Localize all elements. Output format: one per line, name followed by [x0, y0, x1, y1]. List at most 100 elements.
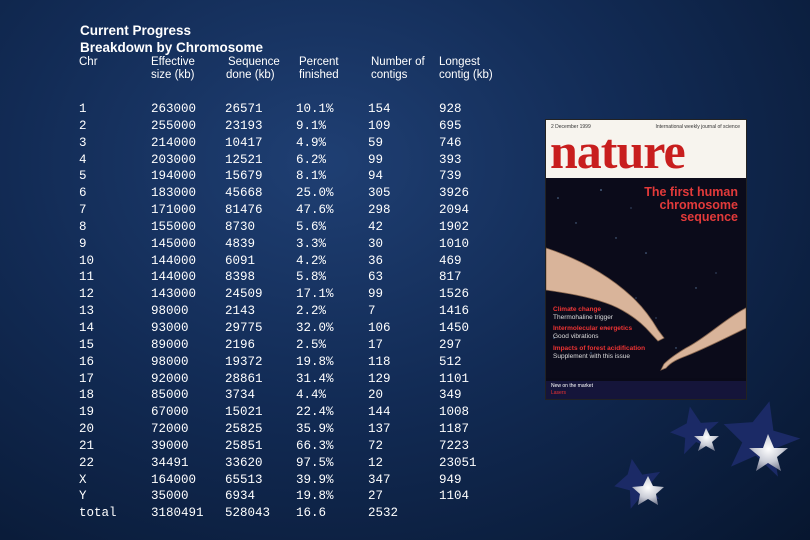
cover-headline-line3: sequence	[680, 210, 738, 224]
cell-sequence-done: 81476	[225, 203, 263, 218]
header-chr-label: Chr	[79, 56, 98, 68]
cell-chr: 8	[79, 219, 87, 234]
header-percent-finished: Percent finished	[299, 56, 339, 82]
cell-sequence-done: 23193	[225, 118, 263, 133]
cell-longest-contig: 1450	[439, 320, 470, 335]
cell-effective-size: 3180491	[151, 506, 204, 521]
cell-chr: 12	[79, 287, 95, 302]
title-line-1: Current Progress	[80, 23, 192, 38]
cell-chr: 9	[79, 236, 87, 251]
cell-effective-size: 144000	[151, 270, 197, 285]
header-sequence-line2: done (kb)	[226, 69, 275, 81]
cell-number-of-contigs: 63	[368, 270, 384, 285]
cell-percent-finished: 6.2%	[296, 152, 327, 167]
header-number-of-contigs: Number of contigs	[371, 56, 425, 82]
cell-longest-contig: 2094	[439, 203, 470, 218]
cell-chr: 1	[79, 102, 87, 116]
header-longest-line1: Longest	[439, 56, 480, 68]
cell-percent-finished: 4.4%	[296, 388, 327, 403]
cell-number-of-contigs: 94	[368, 169, 384, 184]
cell-longest-contig: 1104	[439, 489, 470, 504]
cell-percent-finished: 10.1%	[296, 102, 334, 116]
cell-sequence-done: 25825	[225, 422, 263, 437]
cell-chr: 10	[79, 253, 95, 268]
cell-sequence-done: 65513	[225, 472, 263, 487]
cell-percent-finished: 3.3%	[296, 236, 327, 251]
cell-percent-finished: 16.6	[296, 506, 327, 521]
cell-chr: 5	[79, 169, 87, 184]
cell-chr: 14	[79, 320, 95, 335]
cover-headline-line1: The first human	[644, 185, 738, 199]
header-longest-line2: contig (kb)	[439, 69, 493, 81]
cell-sequence-done: 8398	[225, 270, 256, 285]
cell-chr: 18	[79, 388, 95, 403]
cover-blurb-2-title: Intermolecular energetics	[553, 325, 633, 332]
star-icon	[723, 401, 801, 477]
cell-sequence-done: 15679	[225, 169, 263, 184]
cover-blurb-2: Intermolecular energetics Good vibration…	[553, 325, 632, 340]
cell-effective-size: 155000	[151, 219, 197, 234]
cover-blurb-3-sub: Supplement with this issue	[553, 352, 630, 360]
cell-percent-finished: 39.9%	[296, 472, 334, 487]
cell-sequence-done: 45668	[225, 186, 263, 201]
header-percent-line2: finished	[299, 69, 339, 81]
cell-number-of-contigs: 7	[368, 304, 376, 319]
header-chr: Chr	[79, 56, 98, 69]
cell-effective-size: 72000	[151, 422, 189, 437]
cell-number-of-contigs: 305	[368, 186, 391, 201]
cell-longest-contig: 1187	[439, 422, 470, 437]
cell-chr: 4	[79, 152, 87, 167]
cell-chr: 3	[79, 135, 87, 150]
cell-chr: 15	[79, 337, 95, 352]
cell-effective-size: 93000	[151, 320, 189, 335]
cell-sequence-done: 26571	[225, 102, 263, 116]
header-effective-size: Effective size (kb)	[151, 56, 195, 82]
cell-percent-finished: 47.6%	[296, 203, 334, 218]
cell-longest-contig: 23051	[439, 455, 477, 470]
cell-chr: X	[79, 472, 87, 487]
cell-sequence-done: 12521	[225, 152, 263, 167]
cell-effective-size: 164000	[151, 472, 197, 487]
cell-percent-finished: 19.8%	[296, 489, 334, 504]
cell-percent-finished: 2.2%	[296, 304, 327, 319]
cell-longest-contig: 695	[439, 118, 462, 133]
cell-number-of-contigs: 27	[368, 489, 384, 504]
cell-number-of-contigs: 109	[368, 118, 391, 133]
cell-chr: 11	[79, 270, 95, 285]
cell-effective-size: 98000	[151, 354, 189, 369]
cell-effective-size: 203000	[151, 152, 197, 167]
cell-percent-finished: 5.8%	[296, 270, 327, 285]
cell-longest-contig: 469	[439, 253, 462, 268]
header-contigs-line2: contigs	[371, 69, 408, 81]
cover-bottom-line1: New on the market	[551, 383, 593, 389]
cell-chr: 21	[79, 438, 95, 453]
cell-longest-contig: 1526	[439, 287, 470, 302]
header-percent-line1: Percent	[299, 56, 339, 68]
cell-effective-size: 144000	[151, 253, 197, 268]
cell-chr: Y	[79, 489, 87, 504]
cover-bottom-line2: Lasers	[551, 390, 567, 396]
cell-chr: 6	[79, 186, 87, 201]
cell-effective-size: 171000	[151, 203, 197, 218]
cell-chr: 2	[79, 118, 87, 133]
cell-number-of-contigs: 118	[368, 354, 391, 369]
cell-chr: 17	[79, 371, 95, 386]
cell-sequence-done: 25851	[225, 438, 263, 453]
cell-sequence-done: 33620	[225, 455, 263, 470]
cover-blurb-3-title: Impacts of forest acidification	[553, 345, 646, 352]
cell-effective-size: 34491	[151, 455, 189, 470]
cell-sequence-done: 3734	[225, 388, 256, 403]
cell-number-of-contigs: 42	[368, 219, 384, 234]
cell-sequence-done: 2143	[225, 304, 256, 319]
cell-longest-contig: 739	[439, 169, 462, 184]
cell-longest-contig: 393	[439, 152, 462, 167]
header-sequence-line1: Sequence	[228, 56, 280, 68]
cell-longest-contig: 928	[439, 102, 462, 116]
cell-number-of-contigs: 36	[368, 253, 384, 268]
title-line-2: Breakdown by Chromosome	[80, 40, 264, 55]
cell-number-of-contigs: 30	[368, 236, 384, 251]
cover-logo: nature	[550, 123, 686, 179]
cell-effective-size: 145000	[151, 236, 197, 251]
cell-longest-contig: 3926	[439, 186, 470, 201]
cell-effective-size: 35000	[151, 489, 189, 504]
